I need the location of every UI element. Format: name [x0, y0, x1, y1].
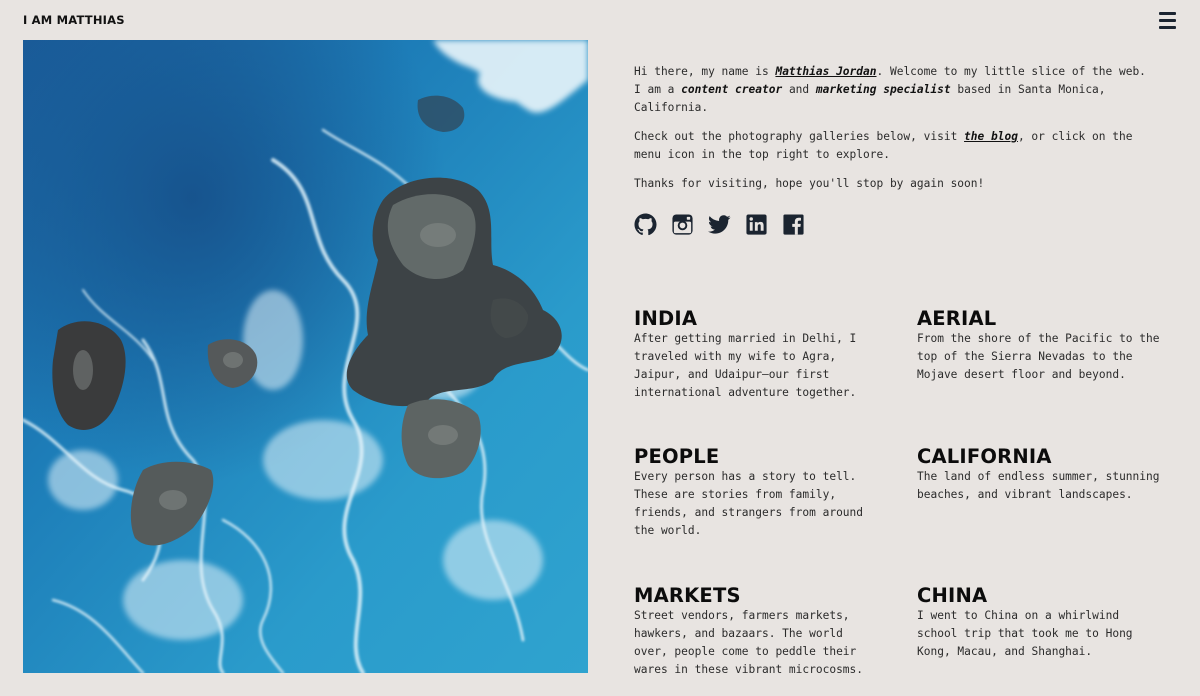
intro-paragraph-1: Hi there, my name is Matthias Jordan. We…: [634, 63, 1159, 117]
gallery-aerial[interactable]: AERIAL From the shore of the Pacific to …: [917, 308, 1167, 384]
role-marketing-specialist: marketing specialist: [815, 83, 951, 96]
gallery-title: CHINA: [917, 584, 988, 607]
gallery-title: AERIAL: [917, 307, 997, 330]
gallery-markets[interactable]: MARKETS Street vendors, farmers markets,…: [634, 585, 884, 679]
twitter-icon[interactable]: [708, 213, 731, 236]
hero-photo: [23, 40, 588, 673]
gallery-description: After getting married in Delhi, I travel…: [634, 332, 857, 399]
intro-text-segment: Hi there, my name is: [634, 65, 776, 78]
gallery-california[interactable]: CALIFORNIA The land of endless summer, s…: [917, 446, 1167, 504]
gallery-title: PEOPLE: [634, 445, 720, 468]
hamburger-menu-icon[interactable]: [1156, 9, 1180, 31]
github-icon[interactable]: [634, 213, 657, 236]
gallery-title: MARKETS: [634, 584, 741, 607]
author-name-link[interactable]: Matthias Jordan: [775, 65, 876, 78]
intro-text: Hi there, my name is Matthias Jordan. We…: [634, 63, 1159, 204]
intro-paragraph-3: Thanks for visiting, hope you'll stop by…: [634, 177, 985, 190]
linkedin-icon[interactable]: [745, 213, 768, 236]
facebook-icon[interactable]: [782, 213, 805, 236]
gallery-description: I went to China on a whirlwind school tr…: [917, 609, 1133, 658]
intro-text-segment: and: [782, 83, 816, 96]
intro-text-segment: Check out the photography galleries belo…: [634, 130, 965, 143]
intro-paragraph-2: Check out the photography galleries belo…: [634, 128, 1159, 164]
social-links: [634, 213, 805, 236]
gallery-title: INDIA: [634, 307, 698, 330]
instagram-icon[interactable]: [671, 213, 694, 236]
gallery-china[interactable]: CHINA I went to China on a whirlwind sch…: [917, 585, 1167, 661]
gallery-description: Every person has a story to tell. These …: [634, 470, 864, 537]
gallery-description: The land of endless summer, stunning bea…: [917, 470, 1160, 501]
site-brand[interactable]: I AM MATTHIAS: [23, 13, 125, 27]
gallery-title: CALIFORNIA: [917, 445, 1052, 468]
gallery-description: Street vendors, farmers markets, hawkers…: [634, 609, 864, 676]
gallery-india[interactable]: INDIA After getting married in Delhi, I …: [634, 308, 884, 402]
gallery-description: From the shore of the Pacific to the top…: [917, 332, 1160, 381]
gallery-people[interactable]: PEOPLE Every person has a story to tell.…: [634, 446, 884, 540]
blog-link[interactable]: the blog: [964, 130, 1018, 143]
role-content-creator: content creator: [681, 83, 783, 96]
